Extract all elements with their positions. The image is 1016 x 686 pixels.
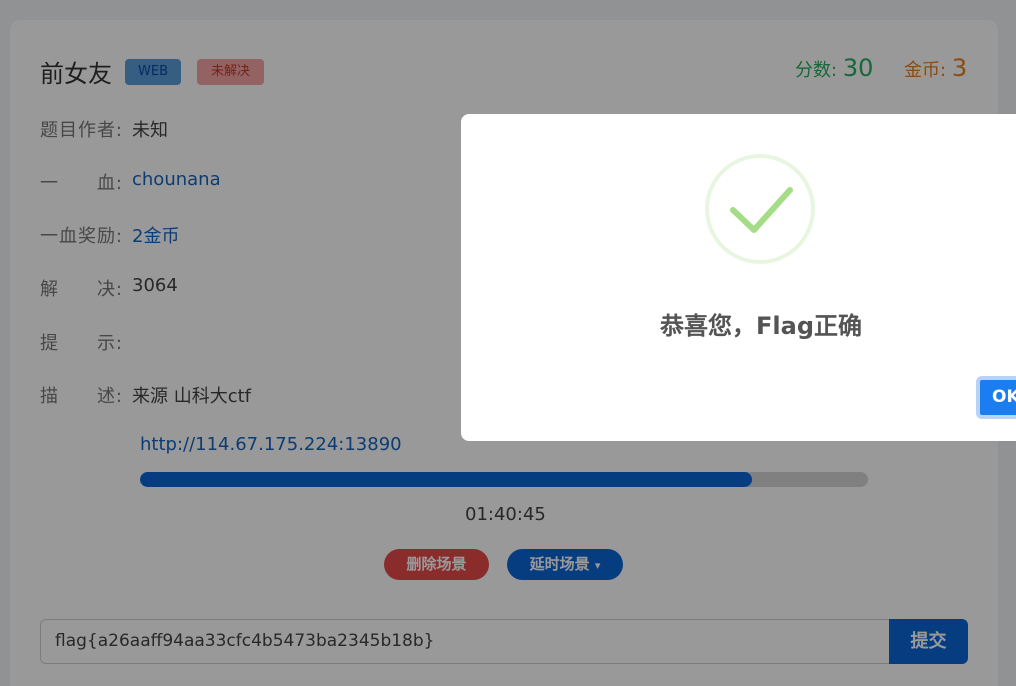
success-message: 恭喜您，Flag正确 <box>660 312 862 340</box>
success-dialog: 恭喜您，Flag正确 OK <box>461 114 1016 441</box>
success-check-icon <box>730 187 793 233</box>
ok-button[interactable]: OK <box>976 376 1016 419</box>
